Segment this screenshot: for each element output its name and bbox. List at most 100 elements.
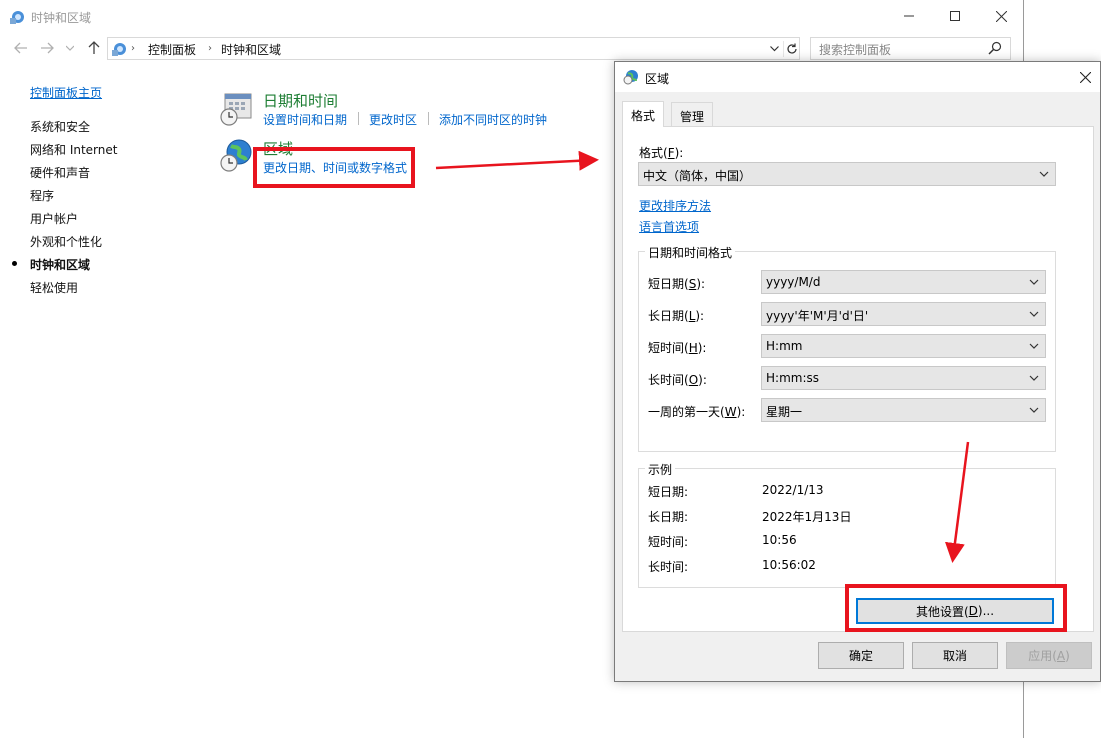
maximize-button[interactable]	[932, 0, 978, 32]
breadcrumb-clock-region[interactable]: 时钟和区域	[221, 41, 281, 58]
examples-group: 示例 短日期: 2022/1/13 长日期: 2022年1月13日 短时间: 1…	[638, 461, 1056, 588]
search-icon[interactable]	[988, 41, 1004, 57]
close-button[interactable]	[978, 0, 1024, 32]
search-placeholder: 搜索控制面板	[819, 43, 892, 57]
chevron-right-icon: ›	[131, 43, 135, 54]
minimize-icon	[904, 15, 914, 17]
cancel-button[interactable]: 取消	[912, 642, 998, 669]
link-divider	[428, 112, 429, 125]
category-title-date-time[interactable]: 日期和时间	[263, 90, 338, 111]
long-date-value: yyyy'年'M'月'd'日'	[766, 309, 869, 323]
example-short-time-value: 10:56	[762, 533, 797, 547]
example-long-time-value: 10:56:02	[762, 558, 816, 572]
arrow-right-icon	[41, 42, 54, 54]
long-date-select[interactable]: yyyy'年'M'月'd'日'	[761, 302, 1046, 326]
forward-button[interactable]	[38, 39, 56, 57]
dialog-title-bar: 区域	[615, 62, 1100, 92]
chevron-down-icon	[1029, 375, 1039, 381]
nav-item-ease-of-access[interactable]: 轻松使用	[30, 279, 78, 296]
globe-icon	[623, 69, 639, 85]
recent-locations-button[interactable]	[64, 39, 76, 57]
refresh-button[interactable]	[783, 41, 799, 57]
close-icon	[1079, 71, 1091, 83]
link-divider	[358, 112, 359, 125]
chevron-down-icon	[1029, 279, 1039, 285]
chevron-down-icon	[1039, 171, 1049, 177]
chevron-down-icon	[66, 45, 74, 51]
datetime-formats-group: 日期和时间格式 短日期(S): yyyy/M/d 长日期(L): yyyy'年'…	[638, 244, 1056, 452]
ok-button[interactable]: 确定	[818, 642, 904, 669]
long-date-label: 长日期(L):	[648, 309, 705, 323]
nav-item-hardware-sound[interactable]: 硬件和声音	[30, 164, 90, 181]
nav-item-programs[interactable]: 程序	[30, 187, 54, 204]
nav-item-system-security[interactable]: 系统和安全	[30, 118, 90, 135]
address-row: › 控制面板 › 时钟和区域 搜索控制面板	[0, 35, 1024, 61]
long-time-select[interactable]: H:mm:ss	[761, 366, 1046, 390]
highlight-box-change-formats	[253, 147, 415, 188]
chevron-down-icon	[769, 46, 779, 52]
calendar-clock-icon[interactable]	[219, 90, 255, 126]
back-button[interactable]	[12, 39, 30, 57]
nav-item-clock-region[interactable]: 时钟和区域	[30, 256, 90, 273]
example-short-time-label: 短时间:	[648, 535, 689, 549]
formats-panel: 格式(F): 中文（简体，中国） 更改排序方法 语言首选项 日期和时间格式 短日…	[622, 126, 1094, 632]
language-preferences-link[interactable]: 语言首选项	[639, 218, 699, 235]
example-long-date-value: 2022年1月13日	[762, 510, 852, 524]
control-panel-icon	[9, 9, 25, 25]
up-button[interactable]	[85, 39, 103, 57]
control-panel-icon	[111, 41, 127, 57]
search-input[interactable]: 搜索控制面板	[810, 37, 1011, 60]
short-time-value: H:mm	[766, 339, 803, 353]
chevron-right-icon: ›	[208, 43, 212, 54]
example-short-date-label: 短日期:	[648, 485, 689, 499]
arrow-left-icon	[14, 42, 27, 54]
short-time-label: 短时间(H):	[648, 341, 707, 355]
chevron-down-icon	[1029, 343, 1039, 349]
long-time-label: 长时间(O):	[648, 373, 707, 387]
tab-administrative[interactable]: 管理	[671, 102, 714, 126]
minimize-button[interactable]	[886, 0, 932, 32]
close-icon	[995, 10, 1007, 22]
highlight-box-additional-settings	[845, 584, 1067, 632]
first-day-label: 一周的第一天(W):	[648, 405, 746, 419]
nav-item-network-internet[interactable]: 网络和 Internet	[30, 141, 117, 158]
control-panel-home-link[interactable]: 控制面板主页	[30, 84, 102, 101]
address-bar[interactable]: › 控制面板 › 时钟和区域	[107, 37, 800, 60]
change-sorting-link[interactable]: 更改排序方法	[639, 197, 711, 214]
link-add-clocks[interactable]: 添加不同时区的时钟	[439, 111, 547, 128]
current-item-bullet	[12, 261, 17, 266]
long-time-value: H:mm:ss	[766, 371, 819, 385]
nav-item-appearance[interactable]: 外观和个性化	[30, 233, 102, 250]
chevron-down-icon	[1029, 407, 1039, 413]
format-label: 格式(F):	[639, 146, 684, 160]
short-date-value: yyyy/M/d	[766, 275, 821, 289]
datetime-formats-group-title: 日期和时间格式	[645, 244, 736, 261]
example-short-date-value: 2022/1/13	[762, 483, 824, 497]
tab-formats[interactable]: 格式	[622, 101, 665, 127]
example-long-date-label: 长日期:	[648, 510, 689, 524]
example-long-time-label: 长时间:	[648, 560, 689, 574]
short-date-select[interactable]: yyyy/M/d	[761, 270, 1046, 294]
format-select-value: 中文（简体，中国）	[643, 169, 752, 183]
dialog-title: 区域	[645, 72, 670, 86]
title-bar: 时钟和区域	[0, 0, 1024, 33]
link-change-time-zone[interactable]: 更改时区	[369, 111, 417, 128]
nav-item-user-accounts[interactable]: 用户帐户	[30, 210, 78, 227]
short-date-label: 短日期(S):	[648, 277, 706, 291]
apply-button[interactable]: 应用(A)	[1006, 642, 1092, 669]
link-set-time-date[interactable]: 设置时间和日期	[263, 111, 347, 128]
maximize-icon	[950, 11, 960, 21]
refresh-icon	[786, 43, 797, 54]
globe-clock-icon[interactable]	[219, 138, 255, 174]
first-day-value: 星期一	[766, 405, 803, 419]
format-select[interactable]: 中文（简体，中国）	[638, 162, 1056, 186]
examples-group-title: 示例	[645, 461, 676, 478]
window-title: 时钟和区域	[31, 11, 92, 25]
first-day-select[interactable]: 星期一	[761, 398, 1046, 422]
short-time-select[interactable]: H:mm	[761, 334, 1046, 358]
chevron-down-icon	[1029, 311, 1039, 317]
dialog-close-button[interactable]	[1076, 68, 1094, 86]
breadcrumb-control-panel[interactable]: 控制面板	[148, 41, 196, 58]
arrow-up-icon	[88, 41, 100, 54]
address-dropdown-button[interactable]	[767, 41, 781, 57]
